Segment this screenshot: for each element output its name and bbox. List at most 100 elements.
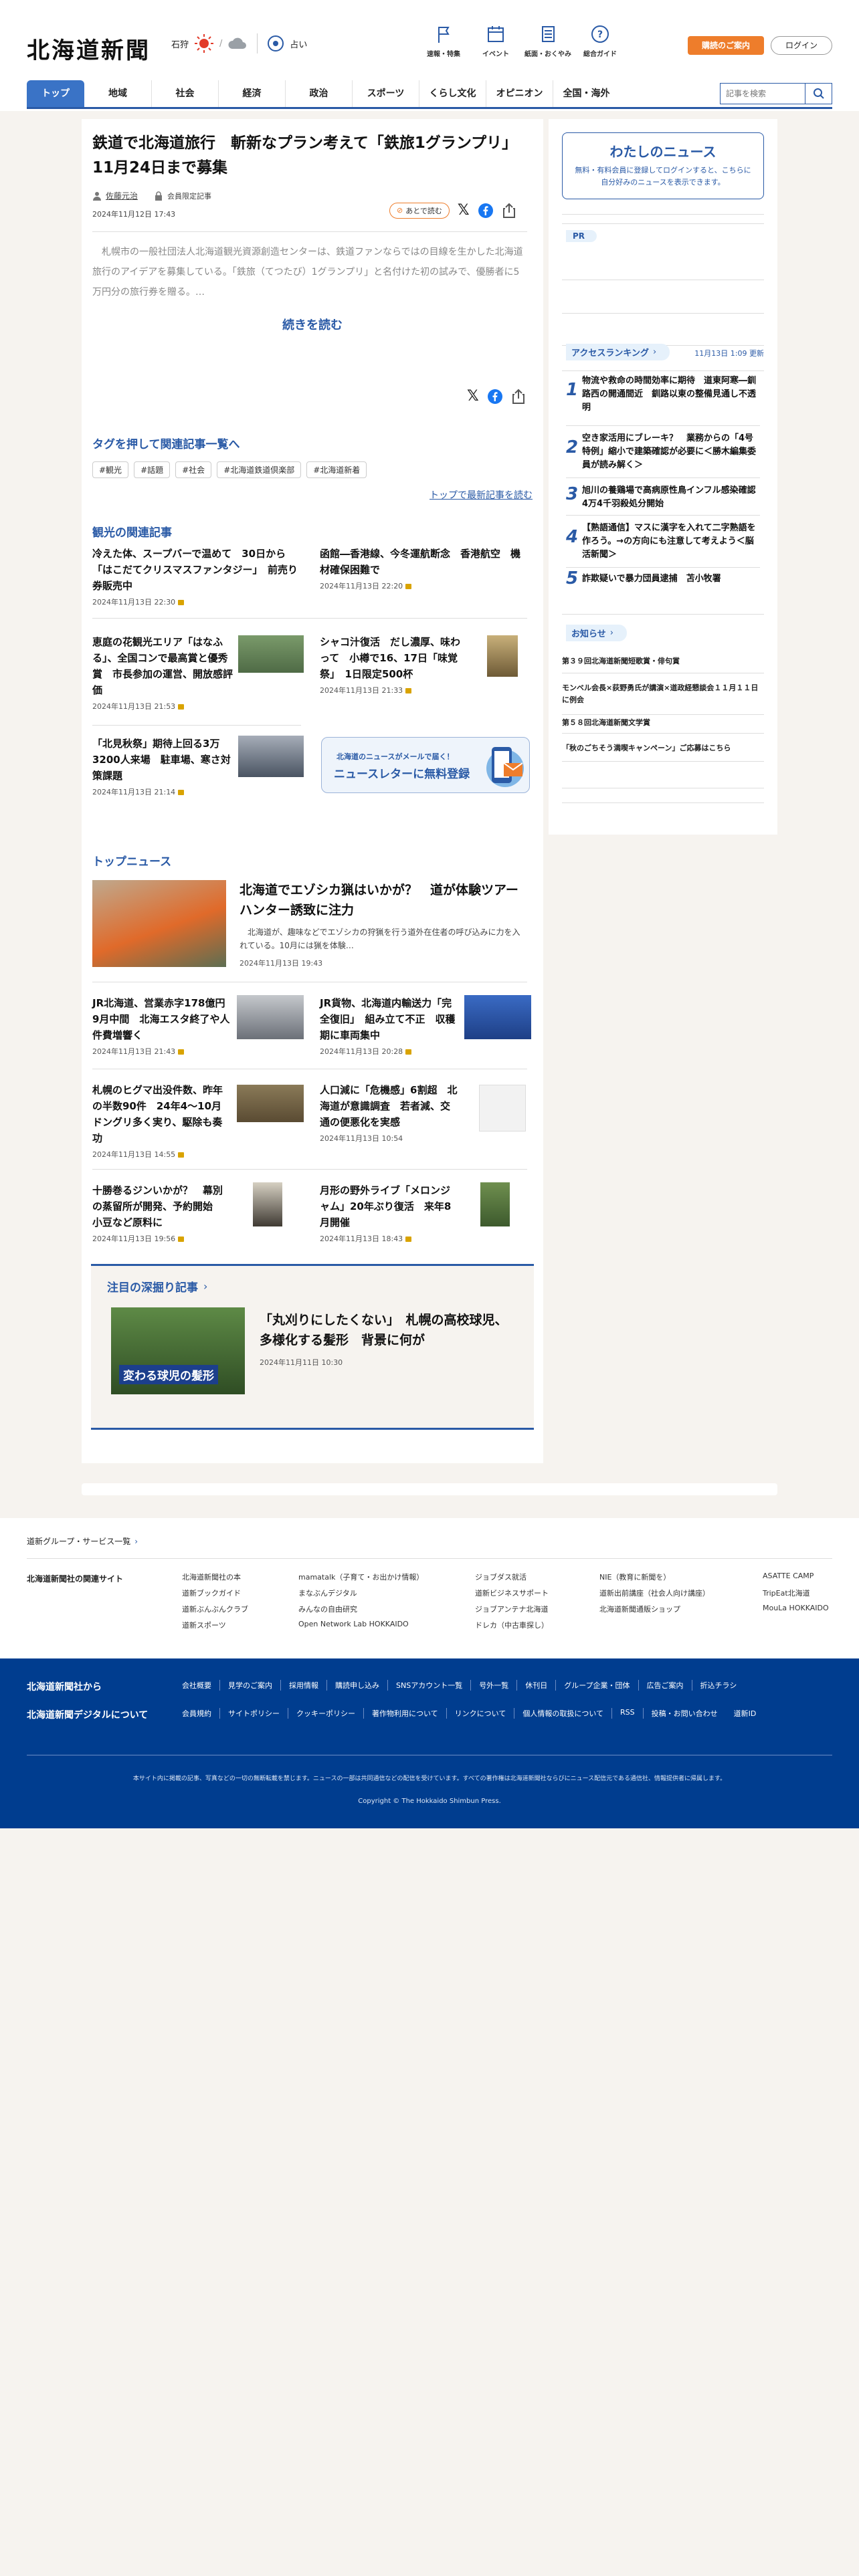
tab-politics[interactable]: 政治 xyxy=(285,80,352,107)
topnews-item[interactable]: 人口減に「危機感」6割超 北海道が意識調査 若者減、交通の便悪化を実感 2024… xyxy=(320,1082,529,1144)
related-site-link[interactable]: まなぶんデジタル xyxy=(298,1588,357,1598)
related-site-link[interactable]: 道新ぶんぶんクラブ xyxy=(182,1604,248,1614)
share-icon[interactable] xyxy=(511,389,526,405)
tab-sports[interactable]: スポーツ xyxy=(352,80,419,107)
footer-link[interactable]: 投稿・お問い合わせ xyxy=(652,1708,726,1719)
tab-national[interactable]: 全国・海外 xyxy=(553,80,619,107)
footer-link[interactable]: SNSアカウント一覧 xyxy=(396,1680,472,1691)
search-input[interactable] xyxy=(721,84,805,104)
group-link[interactable]: 道新グループ・サービス一覧 › xyxy=(27,1535,138,1547)
related-site-link[interactable]: NIE（教育に新聞を） xyxy=(599,1572,670,1582)
related-item[interactable]: シャコ汁復活 だし濃厚、味わって 小樽で16、17日「味覚祭」 1日限定500杯… xyxy=(320,634,529,695)
footer-link[interactable]: リンクについて xyxy=(455,1708,515,1719)
x-share-icon[interactable]: 𝕏 xyxy=(467,388,479,405)
feature-heading[interactable]: 注目の深掘り記事 › xyxy=(107,1278,207,1295)
footer-link[interactable]: 休刊日 xyxy=(525,1680,557,1691)
topnews-item[interactable]: 十勝巻るジンいかが？ 幕別の蒸留所が開発、予約開始 小豆など原料に 2024年1… xyxy=(92,1182,301,1244)
ranking-item[interactable]: 4 【熟語通信】マスに漢字を入れて二字熟語を作ろう。→の方向にも注意して考えよう… xyxy=(566,522,760,567)
header-link-guide[interactable]: ? 総合ガイド xyxy=(574,24,626,58)
subscribe-button[interactable]: 購読のご案内 xyxy=(688,36,764,55)
header-link-event[interactable]: イベント xyxy=(470,24,522,58)
x-share-icon[interactable]: 𝕏 xyxy=(458,202,470,219)
ranking-item[interactable]: 2 空き家活用にブレーキ？ 業務からの「4号特例」縮小で建築確認が必要に＜勝木編… xyxy=(566,432,760,477)
related-site-link[interactable]: 道新ブックガイド xyxy=(182,1588,241,1598)
related-item[interactable]: 「北見秋祭」期待上回る3万3200人来場 駐車場、寒さ対策課題 2024年11月… xyxy=(92,736,304,797)
topnews-main[interactable]: 北海道でエゾシカ猟はいかが？ 道が体験ツアー ハンター誘致に注力 北海道が、趣味… xyxy=(92,880,531,970)
footer-link[interactable]: 折込チラシ xyxy=(700,1680,737,1691)
related-site-link[interactable]: ジョブダス就活 xyxy=(475,1572,527,1582)
share-icon[interactable] xyxy=(502,203,516,219)
footer-link[interactable]: 道新ID xyxy=(734,1708,757,1719)
notice-link[interactable]: 第５８回北海道新聞文学賞 xyxy=(562,717,764,728)
related-site-link[interactable]: Open Network Lab HOKKAIDO xyxy=(298,1620,409,1628)
related-site-link[interactable]: ASATTE CAMP xyxy=(763,1572,814,1580)
tab-top[interactable]: トップ xyxy=(27,80,84,107)
footer-link[interactable]: グループ企業・団体 xyxy=(564,1680,639,1691)
ranking-item[interactable]: 1 物流や救命の時間効率に期待 道東阿寒―釧路西の開通間近 釧路以東の整備見通し… xyxy=(566,374,760,427)
tag-chip[interactable]: #北海道鉄道倶楽部 xyxy=(217,461,302,478)
related-site-link[interactable]: 北海道新聞社の本 xyxy=(182,1572,241,1582)
facebook-icon[interactable] xyxy=(478,203,494,219)
tab-region[interactable]: 地域 xyxy=(84,80,151,107)
ranking-item[interactable]: 5 詐欺疑いで暴力団員逮捕 苫小牧署 xyxy=(566,568,760,595)
related-item[interactable]: 冷えた体、スープバーで温めて 30日から「はこだてクリスマスファンタジー」 前売… xyxy=(92,546,301,607)
header-link-paper[interactable]: 紙面・おくやみ xyxy=(522,24,574,58)
read-more-link[interactable]: 続きを読む xyxy=(82,316,543,333)
footer-link[interactable]: 会社概要 xyxy=(182,1680,220,1691)
ranking-heading[interactable]: アクセスランキング › xyxy=(566,344,670,360)
tab-culture[interactable]: くらし文化 xyxy=(419,80,486,107)
weather-widget[interactable]: 石狩 / 占い xyxy=(171,33,307,53)
footer-link[interactable]: 著作物利用について xyxy=(372,1708,447,1719)
tag-chip[interactable]: #北海道新着 xyxy=(306,461,367,478)
related-site-link[interactable]: 道新スポーツ xyxy=(182,1620,226,1630)
newsletter-banner[interactable]: 北海道のニュースがメールで届く！ ニュースレターに無料登録 xyxy=(321,737,530,793)
login-button[interactable]: ログイン xyxy=(771,36,832,55)
related-item[interactable]: 恵庭の花観光エリア「はなふる」、全国コンで最高賞と優秀賞 市長参加の運営、開放感… xyxy=(92,634,304,712)
related-site-link[interactable]: MouLa HOKKAIDO xyxy=(763,1604,829,1612)
notice-link[interactable]: モンベル会長×荻野勇氏が講演×道政経懇談会１１月１１日に例会 xyxy=(562,682,764,706)
notice-link[interactable]: 第３９回北海道新聞短歌賞・俳句賞 xyxy=(562,655,764,666)
footer-link[interactable]: 号外一覧 xyxy=(479,1680,518,1691)
related-site-link[interactable]: mamatalk（子育て・お出かけ情報） xyxy=(298,1572,423,1582)
topnews-item[interactable]: 月形の野外ライブ「メロンジャム」20年ぶり復活 来年8月開催 2024年11月1… xyxy=(320,1182,529,1244)
footer-link[interactable]: 採用情報 xyxy=(289,1680,327,1691)
footer-link[interactable]: 個人情報の取扱について xyxy=(522,1708,613,1719)
tag-chip[interactable]: #社会 xyxy=(175,461,212,478)
footer-link[interactable]: 広告ご案内 xyxy=(647,1680,692,1691)
related-site-link[interactable]: ジョブアンテナ北海道 xyxy=(475,1604,549,1614)
footer-link[interactable]: 会員規約 xyxy=(182,1708,220,1719)
topnews-item[interactable]: JR貨物、北海道内輸送力「完全復旧」 組み立て不正 収穫期に車両集中 2024年… xyxy=(320,995,531,1057)
tab-economy[interactable]: 経済 xyxy=(218,80,285,107)
topnews-item[interactable]: JR北海道、営業赤字178億円 9月中間 北海エスタ終了や人件費増響く 2024… xyxy=(92,995,304,1057)
ranking-item[interactable]: 3 旭川の養鶏場で高病原性鳥インフル感染確認 4万4千羽殺処分開始 xyxy=(566,484,765,515)
related-item[interactable]: 函館―香港線、今冬運航断念 香港航空 機材確保困難で 2024年11月13日 2… xyxy=(320,546,529,591)
related-site-link[interactable]: ドレカ（中古車探し） xyxy=(475,1620,549,1630)
topnews-item-thumbnail xyxy=(479,1085,526,1132)
related-site-link[interactable]: 北海道新聞通販ショップ xyxy=(599,1604,680,1614)
notice-heading[interactable]: お知らせ › xyxy=(566,625,627,641)
related-site-link[interactable]: みんなの自由研究 xyxy=(298,1604,357,1614)
facebook-icon[interactable] xyxy=(487,389,503,405)
header-link-flash[interactable]: 速報・特集 xyxy=(417,24,470,58)
tag-chip[interactable]: #観光 xyxy=(92,461,129,478)
my-news-box[interactable]: わたしのニュース 無料・有料会員に登録してログインすると、こちらに自分好みのニュ… xyxy=(562,132,764,199)
related-site-link[interactable]: 道新出前講座（社会人向け講座） xyxy=(599,1588,710,1598)
save-later-button[interactable]: ⊘ あとで読む xyxy=(389,202,450,219)
footer-link[interactable]: サイトポリシー xyxy=(228,1708,288,1719)
footer-link[interactable]: RSS xyxy=(620,1708,644,1719)
topnews-item[interactable]: 札幌のヒグマ出没件数、昨年の半数90件 24年4～10月 ドングリ多く実り、駆除… xyxy=(92,1082,304,1160)
tab-society[interactable]: 社会 xyxy=(151,80,218,107)
feature-item[interactable]: 変わる球児の髪形 「丸刈りにしたくない」 札幌の高校球児、多様化する髪形 背景に… xyxy=(111,1307,519,1397)
footer-link[interactable]: 購読申し込み xyxy=(335,1680,388,1691)
author-link[interactable]: 佐藤元治 xyxy=(106,190,138,201)
notice-link[interactable]: 「秋のごちそう満喫キャンペーン」ご応募はこちら xyxy=(562,742,764,753)
related-site-link[interactable]: 道新ビジネスサポート xyxy=(475,1588,549,1598)
footer-link[interactable]: クッキーポリシー xyxy=(296,1708,364,1719)
tag-chip[interactable]: #話題 xyxy=(134,461,171,478)
related-site-link[interactable]: TripEat北海道 xyxy=(763,1588,810,1598)
search-button[interactable] xyxy=(805,84,832,104)
top-latest-link[interactable]: トップで最新記事を読む xyxy=(430,488,533,502)
footer-link[interactable]: 見学のご案内 xyxy=(228,1680,281,1691)
tab-opinion[interactable]: オピニオン xyxy=(486,80,553,107)
site-logo[interactable]: 北海道新聞 xyxy=(27,32,151,65)
